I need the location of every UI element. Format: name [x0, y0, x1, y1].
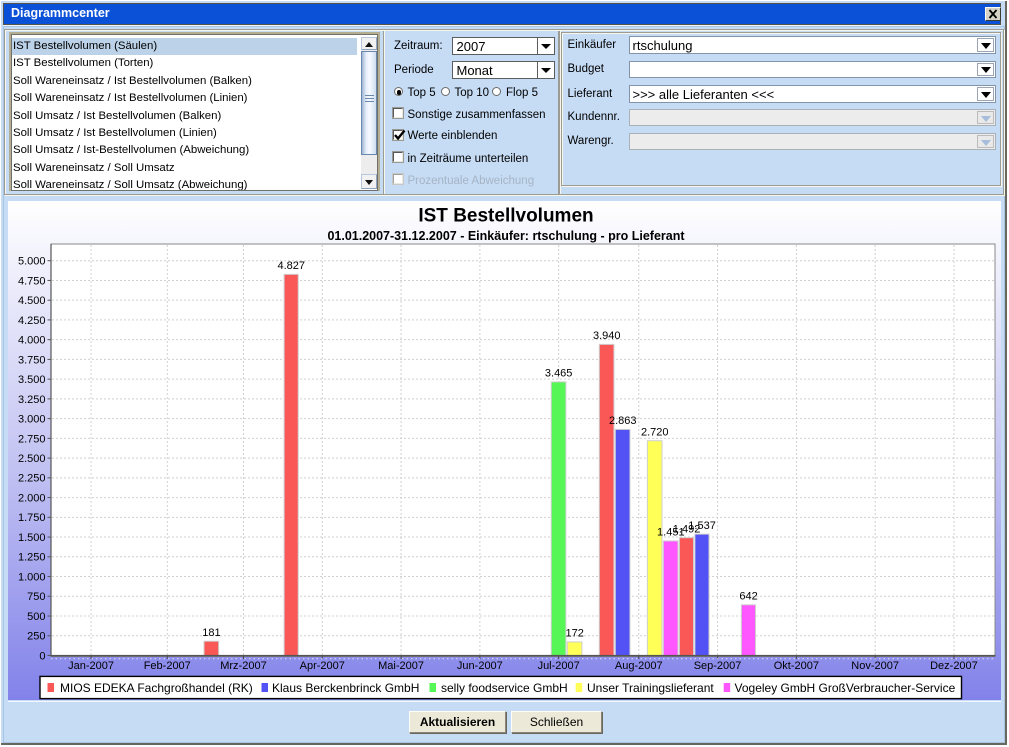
- svg-text:Jul-2007: Jul-2007: [538, 660, 580, 672]
- svg-text:IST Bestellvolumen: IST Bestellvolumen: [418, 206, 593, 227]
- svg-text:3.465: 3.465: [545, 368, 573, 380]
- svg-text:3.500: 3.500: [18, 374, 46, 386]
- svg-text:2.000: 2.000: [18, 492, 46, 504]
- svg-text:1.250: 1.250: [18, 552, 46, 564]
- svg-text:3.940: 3.940: [593, 330, 621, 342]
- svg-text:4.000: 4.000: [18, 335, 46, 347]
- svg-text:Sep-2007: Sep-2007: [694, 660, 742, 672]
- svg-text:1.750: 1.750: [18, 512, 46, 524]
- svg-text:4.250: 4.250: [18, 315, 46, 327]
- svg-text:Mrz-2007: Mrz-2007: [220, 660, 266, 672]
- svg-text:250: 250: [27, 631, 45, 643]
- svg-text:3.250: 3.250: [18, 394, 46, 406]
- svg-text:Aug-2007: Aug-2007: [615, 660, 663, 672]
- svg-text:selly foodservice GmbH: selly foodservice GmbH: [441, 681, 568, 695]
- svg-text:4.750: 4.750: [18, 275, 46, 287]
- svg-text:Mai-2007: Mai-2007: [378, 660, 424, 672]
- svg-text:4.500: 4.500: [18, 295, 46, 307]
- svg-text:01.01.2007-31.12.2007 - Einkäu: 01.01.2007-31.12.2007 - Einkäufer: rtsch…: [327, 229, 685, 243]
- svg-text:1.500: 1.500: [18, 532, 46, 544]
- svg-text:Apr-2007: Apr-2007: [300, 660, 345, 672]
- svg-text:4.827: 4.827: [278, 260, 306, 272]
- svg-text:181: 181: [202, 627, 220, 639]
- svg-text:Klaus Berckenbrinck GmbH: Klaus Berckenbrinck GmbH: [272, 681, 419, 695]
- svg-text:Vogeley GmbH GroßVerbraucher-S: Vogeley GmbH GroßVerbraucher-Service: [735, 681, 956, 695]
- svg-text:Jan-2007: Jan-2007: [68, 660, 114, 672]
- svg-text:2.720: 2.720: [641, 427, 669, 439]
- svg-text:642: 642: [739, 591, 757, 603]
- svg-text:0: 0: [39, 650, 45, 662]
- svg-text:3.750: 3.750: [18, 354, 46, 366]
- svg-text:Dez-2007: Dez-2007: [930, 660, 978, 672]
- svg-text:Unser Trainingslieferant: Unser Trainingslieferant: [587, 681, 714, 695]
- svg-text:1.000: 1.000: [18, 571, 46, 583]
- svg-text:172: 172: [566, 628, 584, 640]
- svg-text:750: 750: [27, 591, 45, 603]
- svg-text:2.250: 2.250: [18, 473, 46, 485]
- svg-text:MIOS EDEKA Fachgroßhandel (RK): MIOS EDEKA Fachgroßhandel (RK): [60, 681, 253, 695]
- svg-text:Nov-2007: Nov-2007: [851, 660, 899, 672]
- svg-text:Feb-2007: Feb-2007: [144, 660, 191, 672]
- svg-text:1.537: 1.537: [688, 520, 716, 532]
- svg-text:2.500: 2.500: [18, 453, 46, 465]
- svg-text:2.863: 2.863: [609, 415, 637, 427]
- svg-text:5.000: 5.000: [18, 256, 46, 268]
- svg-text:Okt-2007: Okt-2007: [774, 660, 819, 672]
- svg-text:3.000: 3.000: [18, 414, 46, 426]
- svg-text:2.750: 2.750: [18, 433, 46, 445]
- svg-text:Jun-2007: Jun-2007: [457, 660, 503, 672]
- svg-text:500: 500: [27, 611, 45, 623]
